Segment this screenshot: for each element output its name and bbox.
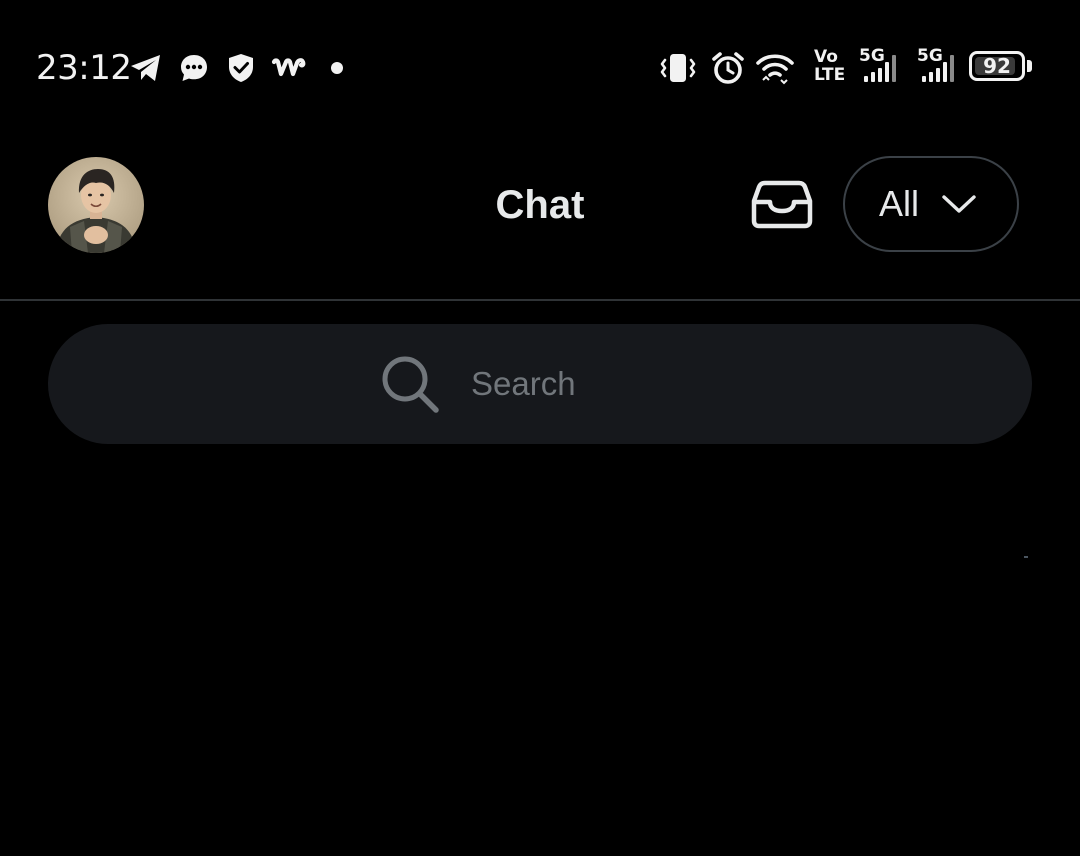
filter-dropdown[interactable]: All	[843, 156, 1019, 252]
search-bar[interactable]	[48, 324, 1032, 444]
search-input[interactable]	[471, 362, 671, 406]
battery-nub	[1027, 60, 1032, 72]
search-icon	[382, 356, 439, 413]
battery-icon: 92	[969, 51, 1025, 81]
header: Chat All	[0, 110, 1080, 300]
chat-bubble-icon	[176, 48, 212, 88]
header-divider	[0, 299, 1080, 301]
volte-top: Vo	[814, 47, 838, 67]
volte-bottom: LTE	[814, 65, 846, 85]
decorative-speck	[1024, 556, 1028, 558]
wifi-icon	[754, 48, 796, 88]
status-bar: 23:12 Vo LTE 5G 5G 92	[0, 0, 1080, 110]
shield-check-icon	[224, 48, 258, 88]
status-time: 23:12	[36, 48, 132, 88]
webtoon-w-icon	[270, 48, 308, 88]
inbox-button[interactable]	[746, 174, 818, 234]
filter-selected-label: All	[879, 183, 920, 224]
signal-5g-icon-2	[920, 52, 962, 84]
telegram-icon	[128, 48, 164, 88]
volte-icon: Vo LTE	[814, 48, 845, 84]
battery-level: 92	[983, 54, 1011, 78]
signal-5g-icon	[862, 52, 904, 84]
chevron-down-icon	[942, 195, 976, 213]
inbox-tray-icon	[751, 180, 813, 229]
dot-icon	[328, 48, 346, 88]
alarm-icon	[709, 48, 747, 88]
vibrate-icon	[658, 48, 698, 88]
